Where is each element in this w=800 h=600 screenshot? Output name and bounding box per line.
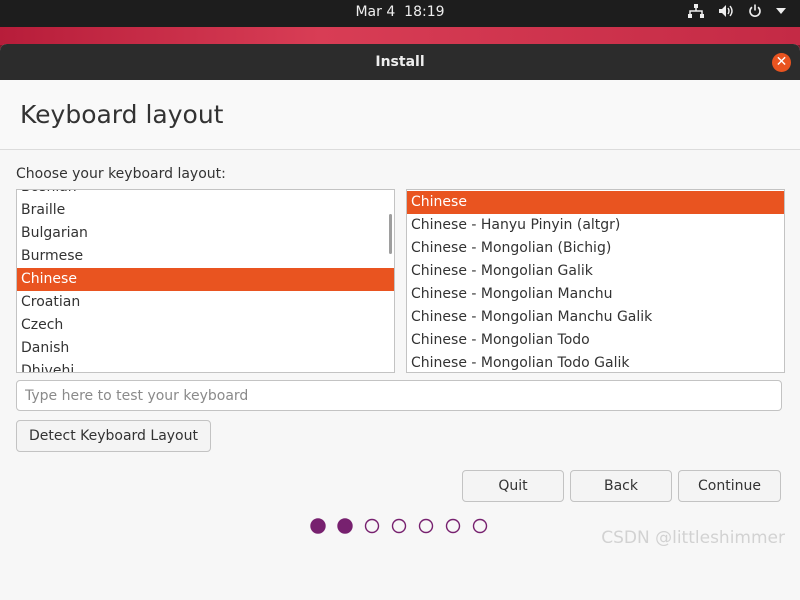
variant-list-item[interactable]: Chinese - Mongolian Todo Galik xyxy=(407,352,784,372)
variant-list-item[interactable]: Chinese - Hanyu Pinyin (altgr) xyxy=(407,214,784,237)
close-icon: ✕ xyxy=(775,54,788,70)
layout-list-item[interactable]: Croatian xyxy=(17,291,394,314)
network-icon[interactable] xyxy=(688,4,704,18)
layout-list-item[interactable]: Bosnian xyxy=(17,190,394,199)
layout-list-item[interactable]: Burmese xyxy=(17,245,394,268)
volume-icon[interactable] xyxy=(718,4,734,18)
progress-dot-completed xyxy=(310,518,326,534)
clock[interactable]: Mar 4 18:19 xyxy=(0,4,800,20)
step-progress xyxy=(310,518,500,538)
layout-list-scrollbar[interactable] xyxy=(389,214,392,254)
layout-list[interactable]: BosnianBrailleBulgarianBurmeseChineseCro… xyxy=(16,189,395,373)
watermark-text: CSDN @littleshimmer xyxy=(601,528,785,548)
progress-dot-pending xyxy=(391,518,407,534)
choose-layout-label: Choose your keyboard layout: xyxy=(16,166,226,182)
keyboard-test-input[interactable] xyxy=(16,380,782,411)
progress-dot-completed xyxy=(337,518,353,534)
detect-keyboard-layout-button[interactable]: Detect Keyboard Layout xyxy=(16,420,211,452)
variant-list-item[interactable]: Chinese - Mongolian Todo xyxy=(407,329,784,352)
progress-dot-pending xyxy=(445,518,461,534)
page-title: Keyboard layout xyxy=(20,100,224,129)
layout-list-item[interactable]: Bulgarian xyxy=(17,222,394,245)
layout-list-item[interactable]: Braille xyxy=(17,199,394,222)
installer-window: Install ✕ Keyboard layout Choose your ke… xyxy=(0,44,800,600)
variant-list-item[interactable]: Chinese xyxy=(407,191,784,214)
quit-button[interactable]: Quit xyxy=(462,470,564,502)
clock-time: 18:19 xyxy=(404,4,445,20)
page-header: Keyboard layout xyxy=(0,80,800,150)
top-bar: Mar 4 18:19 xyxy=(0,0,800,27)
layout-list-item[interactable]: Czech xyxy=(17,314,394,337)
desktop-background xyxy=(0,27,800,45)
window-title: Install xyxy=(375,54,425,70)
close-button[interactable]: ✕ xyxy=(772,53,791,72)
variant-list[interactable]: Chinese Chinese - Hanyu Pinyin (altgr) Chi… xyxy=(406,189,785,373)
variant-list-item[interactable]: Chinese - Mongolian Manchu xyxy=(407,283,784,306)
progress-dot-pending xyxy=(472,518,488,534)
system-tray[interactable] xyxy=(688,4,786,18)
variant-list-item[interactable]: Chinese - Mongolian Manchu Galik xyxy=(407,306,784,329)
layout-list-item[interactable]: Chinese xyxy=(17,268,394,291)
chevron-down-icon[interactable] xyxy=(776,7,786,15)
power-icon[interactable] xyxy=(748,4,762,18)
progress-dot-pending xyxy=(364,518,380,534)
layout-list-item[interactable]: Danish xyxy=(17,337,394,360)
continue-button[interactable]: Continue xyxy=(678,470,781,502)
back-button[interactable]: Back xyxy=(570,470,672,502)
progress-dot-pending xyxy=(418,518,434,534)
variant-list-item[interactable]: Chinese - Mongolian Galik xyxy=(407,260,784,283)
clock-date: Mar 4 xyxy=(355,4,396,20)
window-titlebar[interactable]: Install ✕ xyxy=(0,44,800,80)
variant-list-item[interactable]: Chinese - Mongolian (Bichig) xyxy=(407,237,784,260)
layout-list-item[interactable]: Dhivehi xyxy=(17,360,394,372)
